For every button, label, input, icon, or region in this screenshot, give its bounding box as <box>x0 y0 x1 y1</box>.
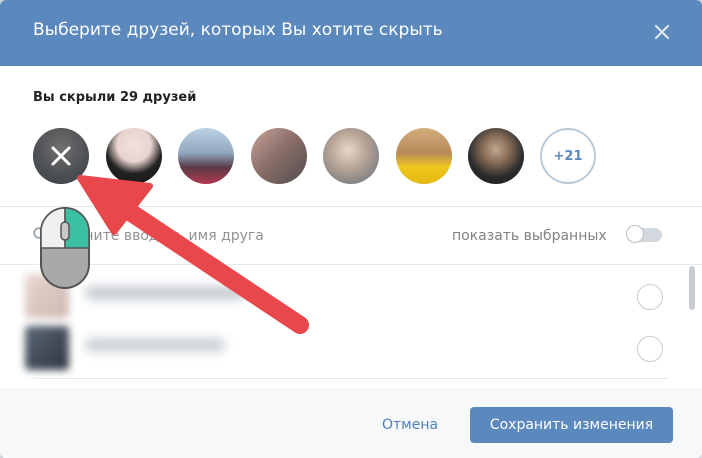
remove-friend-button[interactable] <box>33 128 89 184</box>
hidden-friend-avatar[interactable] <box>323 128 379 184</box>
hidden-friends-count: Вы скрыли 29 друзей <box>33 90 197 105</box>
toggle-knob <box>626 225 644 243</box>
friend-list-item[interactable] <box>25 274 675 318</box>
close-icon <box>654 24 670 40</box>
cancel-button[interactable]: Отмена <box>372 408 448 442</box>
friend-search-input[interactable] <box>55 222 419 250</box>
hidden-friend-avatar[interactable] <box>468 128 524 184</box>
remove-icon <box>51 146 71 166</box>
search-row: показать выбранных <box>0 206 702 264</box>
show-selected-toggle[interactable] <box>626 225 662 243</box>
hide-friends-dialog: Выберите друзей, которых Вы хотите скрыт… <box>0 0 702 458</box>
save-changes-button[interactable]: Сохранить изменения <box>470 407 673 443</box>
friend-name <box>85 338 225 352</box>
show-selected-label: показать выбранных <box>452 228 607 244</box>
select-friend-checkbox[interactable] <box>637 336 663 362</box>
hidden-friend-avatar[interactable] <box>33 128 89 184</box>
friend-avatar <box>25 326 69 370</box>
friend-name <box>85 286 245 300</box>
hidden-friend-avatar[interactable] <box>396 128 452 184</box>
friend-avatar <box>25 274 69 318</box>
dialog-title: Выберите друзей, которых Вы хотите скрыт… <box>33 20 443 40</box>
select-friend-checkbox[interactable] <box>637 284 663 310</box>
dialog-footer: Отмена Сохранить изменения <box>0 388 702 458</box>
search-icon <box>33 227 48 242</box>
friend-list <box>25 274 675 378</box>
close-button[interactable] <box>650 20 674 44</box>
hidden-friend-avatar[interactable] <box>178 128 234 184</box>
divider <box>0 264 702 265</box>
hidden-friend-avatar[interactable] <box>251 128 307 184</box>
more-hidden-friends-button[interactable]: +21 <box>540 128 596 184</box>
dialog-header: Выберите друзей, которых Вы хотите скрыт… <box>0 0 702 66</box>
hidden-friend-avatar[interactable] <box>106 128 162 184</box>
friend-list-item[interactable] <box>25 326 675 370</box>
list-scrollbar[interactable] <box>689 266 695 310</box>
divider <box>33 378 669 379</box>
